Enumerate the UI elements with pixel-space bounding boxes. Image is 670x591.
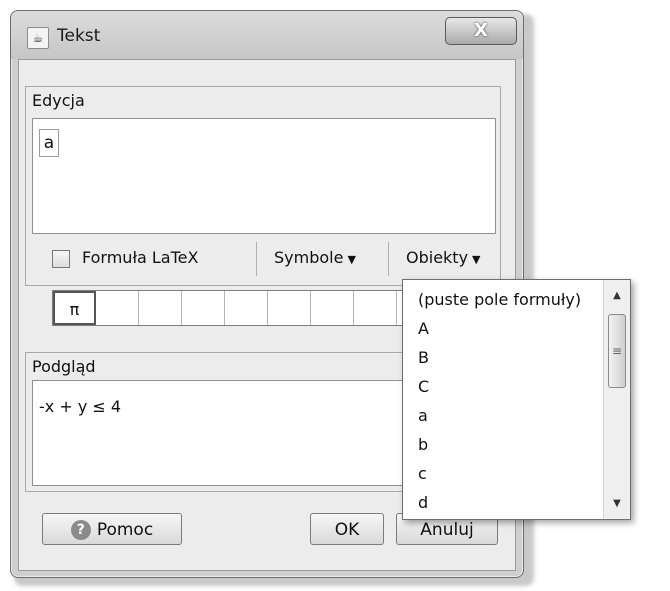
java-cup-icon: ☕ xyxy=(27,27,49,49)
help-button[interactable]: ? Pomoc xyxy=(42,513,182,545)
help-label: Pomoc xyxy=(96,520,154,540)
chevron-down-icon: ▼ xyxy=(347,253,356,266)
ok-label: OK xyxy=(334,520,360,540)
text-edit-area[interactable]: a xyxy=(32,118,496,234)
symbol-cell[interactable] xyxy=(225,291,268,325)
symbol-cell[interactable] xyxy=(139,291,182,325)
help-icon: ? xyxy=(70,520,91,540)
symbol-palette: π xyxy=(52,290,454,326)
symbol-cell[interactable] xyxy=(354,291,397,325)
objects-list: (puste pole formuły) A B C a b c d xyxy=(403,280,603,517)
objects-dropdown-button[interactable]: Obiekty ▼ xyxy=(406,248,481,267)
latex-label[interactable]: Formuła LaTeX xyxy=(82,248,198,267)
symbol-cell[interactable] xyxy=(311,291,354,325)
symbols-label: Symbole xyxy=(274,248,344,267)
list-item[interactable]: c xyxy=(403,459,603,488)
close-button[interactable]: X xyxy=(445,17,517,45)
list-item[interactable]: d xyxy=(403,488,603,517)
symbol-cell[interactable] xyxy=(268,291,311,325)
toolbar-separator xyxy=(256,242,257,276)
preview-text: -x + y ≤ 4 xyxy=(39,397,122,416)
latex-checkbox[interactable] xyxy=(52,250,70,268)
edit-panel-label: Edycja xyxy=(32,91,85,110)
symbol-cell[interactable]: π xyxy=(53,291,96,325)
scroll-down-icon[interactable]: ▼ xyxy=(604,498,630,509)
scroll-up-icon[interactable]: ▲ xyxy=(604,290,630,301)
objects-label: Obiekty xyxy=(406,248,469,267)
ok-button[interactable]: OK xyxy=(310,513,384,545)
list-item[interactable]: B xyxy=(403,343,603,372)
edit-text-field[interactable]: a xyxy=(39,129,59,157)
preview-panel-label: Podgląd xyxy=(32,357,96,376)
list-item[interactable]: A xyxy=(403,314,603,343)
symbol-cell[interactable] xyxy=(96,291,139,325)
list-item[interactable]: b xyxy=(403,430,603,459)
cancel-label: Anuluj xyxy=(420,520,474,540)
scrollbar-thumb[interactable]: ≡ xyxy=(608,314,626,388)
list-item[interactable]: (puste pole formuły) xyxy=(403,285,603,314)
symbol-cell[interactable] xyxy=(182,291,225,325)
list-item[interactable]: C xyxy=(403,372,603,401)
toolbar-separator xyxy=(388,242,389,276)
grip-icon: ≡ xyxy=(611,344,623,358)
title-bar[interactable]: ☕ Tekst X xyxy=(11,11,523,59)
dropdown-scrollbar[interactable]: ▲ ≡ ▼ xyxy=(603,280,630,519)
dialog-title: Tekst xyxy=(57,26,101,46)
list-item[interactable]: a xyxy=(403,401,603,430)
chevron-down-icon: ▼ xyxy=(472,253,481,266)
symbols-dropdown-button[interactable]: Symbole ▼ xyxy=(274,248,356,267)
objects-dropdown-list: (puste pole formuły) A B C a b c d ▲ ≡ ▼ xyxy=(402,279,631,520)
close-icon: X xyxy=(474,20,488,41)
